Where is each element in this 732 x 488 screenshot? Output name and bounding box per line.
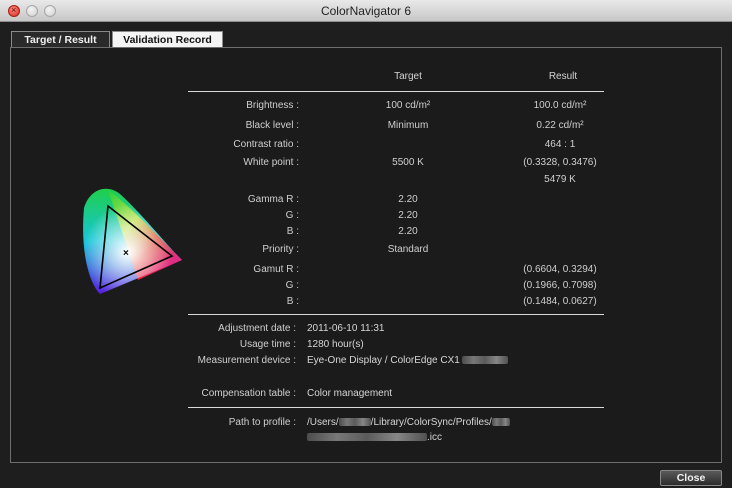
column-target-header: Target [394, 71, 422, 82]
label-usage-time: Usage time : [239, 339, 296, 350]
divider-results [188, 314, 604, 315]
label-gamma-b: B : [286, 226, 299, 237]
close-button[interactable]: Close [660, 470, 722, 486]
target-white-point: 5500 K [392, 157, 424, 168]
result-contrast-ratio: 464 : 1 [544, 139, 576, 150]
target-brightness: 100 cd/m² [385, 100, 431, 111]
tab-target-result[interactable]: Target / Result [11, 31, 110, 48]
label-compensation-table: Compensation table : [201, 388, 296, 399]
label-gamut-r: Gamut R : [253, 264, 299, 275]
label-brightness: Brightness : [246, 100, 299, 111]
redacted-profile-name [307, 433, 427, 442]
measurement-device-text: Eye-One Display / ColorEdge CX1 [307, 355, 460, 366]
value-path-to-profile-line2: .icc [307, 432, 442, 443]
divider-header [188, 91, 604, 92]
result-gamut-b: (0.1484, 0.0627) [523, 296, 597, 307]
label-path-to-profile: Path to profile : [228, 417, 296, 428]
column-result-header: Result [548, 71, 578, 82]
redacted-serial [461, 356, 508, 365]
result-black-level: 0.22 cd/m² [536, 120, 584, 131]
result-gamut-g: (0.1966, 0.7098) [523, 280, 597, 291]
result-gamut-r: (0.6604, 0.3294) [523, 264, 597, 275]
target-black-level: Minimum [387, 120, 429, 131]
label-black-level: Black level : [245, 120, 299, 131]
label-adjustment-date: Adjustment date : [218, 323, 296, 334]
redacted-profile-name-start [491, 418, 510, 427]
label-measurement-device: Measurement device : [197, 355, 296, 366]
target-gamma-r: 2.20 [398, 194, 418, 205]
label-gamma-r: Gamma R : [247, 194, 299, 205]
result-white-point-cct: 5479 K [544, 174, 576, 185]
label-priority: Priority : [262, 244, 299, 255]
result-brightness: 100.0 cd/m² [533, 100, 587, 111]
target-gamma-b: 2.20 [398, 226, 418, 237]
value-adjustment-date: 2011-06-10 11:31 [307, 323, 385, 334]
target-priority: Standard [387, 244, 429, 255]
value-path-to-profile: /Users/ /Library/ColorSync/Profiles/ [307, 417, 510, 428]
result-white-point: (0.3328, 0.3476) [523, 157, 597, 168]
label-white-point: White point : [243, 157, 299, 168]
value-compensation-table: Color management [307, 388, 393, 399]
label-gamut-g: G : [285, 280, 299, 291]
profile-path-ext: .icc [427, 432, 442, 443]
label-gamut-b: B : [286, 296, 299, 307]
profile-path-part1: /Users/ [307, 417, 339, 428]
value-measurement-device: Eye-One Display / ColorEdge CX1 [307, 355, 508, 366]
divider-info [188, 407, 604, 408]
value-usage-time: 1280 hour(s) [307, 339, 364, 350]
label-contrast-ratio: Contrast ratio : [233, 139, 299, 150]
profile-path-part2: /Library/ColorSync/Profiles/ [370, 417, 492, 428]
window-title: ColorNavigator 6 [320, 4, 412, 18]
label-gamma-g: G : [285, 210, 299, 221]
redacted-username [338, 418, 371, 427]
title-bar: × ColorNavigator 6 [0, 0, 732, 22]
target-gamma-g: 2.20 [398, 210, 418, 221]
tab-validation-record[interactable]: Validation Record [112, 31, 223, 48]
